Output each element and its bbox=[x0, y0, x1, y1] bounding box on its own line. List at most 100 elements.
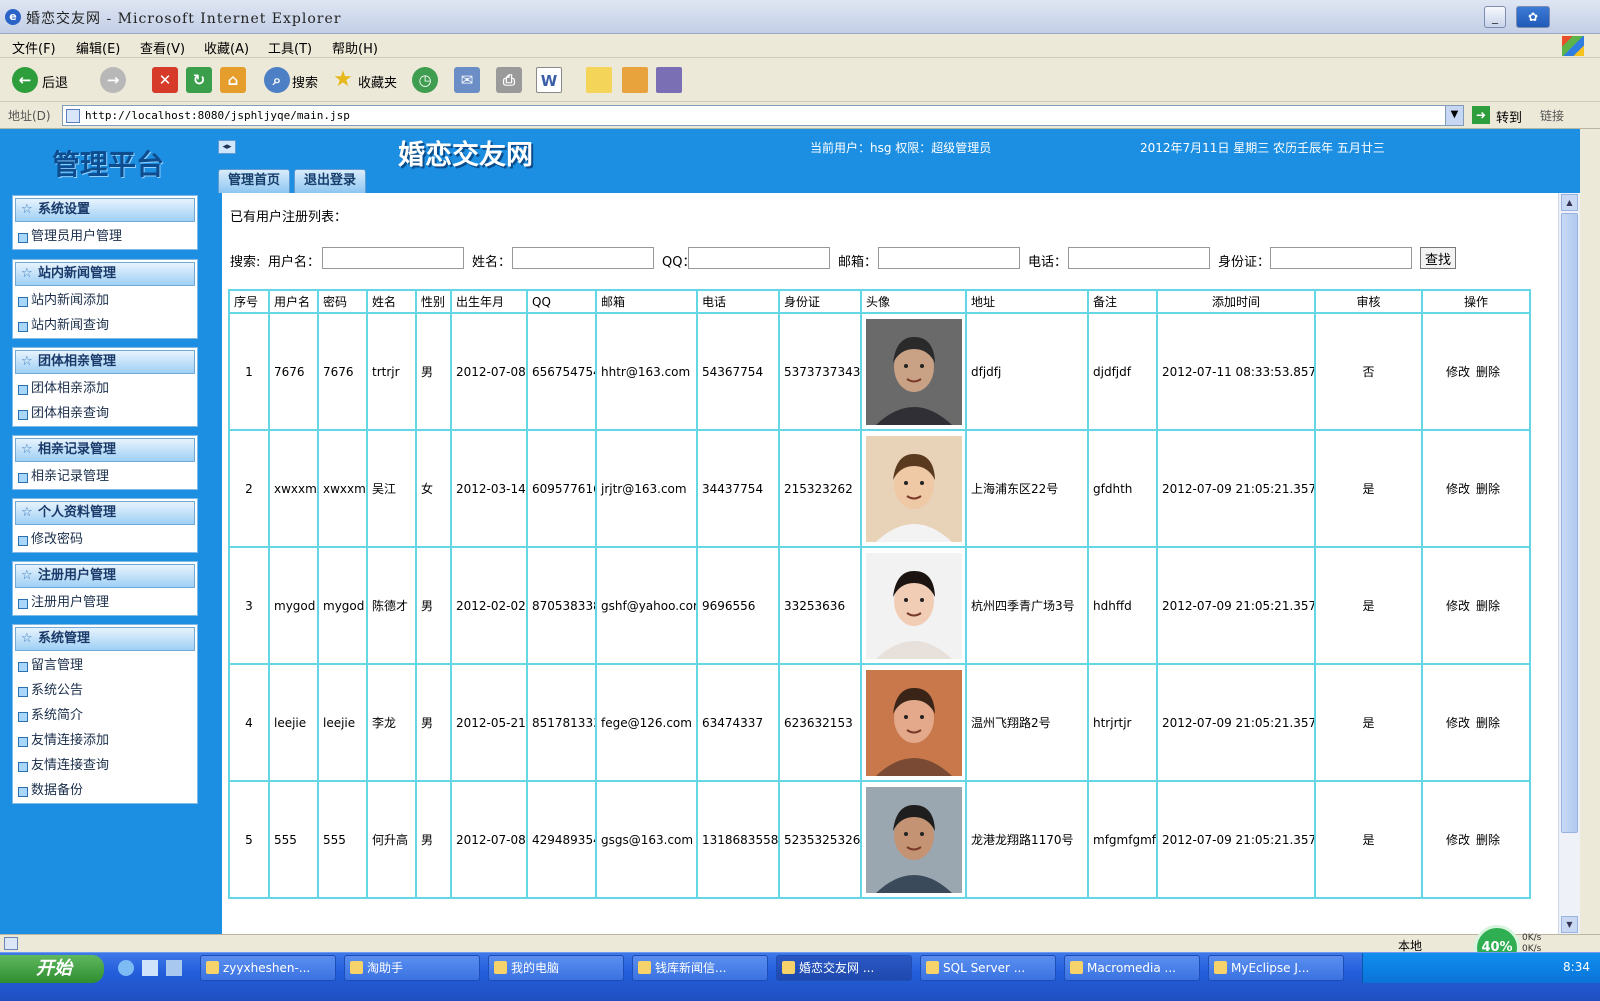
cell-name: 何升高 bbox=[366, 780, 417, 899]
delete-link[interactable]: 删除 bbox=[1476, 365, 1500, 379]
menu-tools[interactable]: 工具(T) bbox=[268, 38, 312, 57]
sidebar-group-title[interactable]: 团体相亲管理 bbox=[15, 350, 195, 374]
edit-link[interactable]: 修改 bbox=[1446, 833, 1470, 847]
go-button[interactable]: 转到 bbox=[1496, 107, 1522, 126]
back-icon[interactable]: ← bbox=[12, 67, 38, 93]
links-label[interactable]: 链接 bbox=[1540, 107, 1564, 124]
quicklaunch-media-icon[interactable] bbox=[166, 960, 182, 976]
task-item-active[interactable]: 婚恋交友网 ... bbox=[776, 955, 912, 981]
research-icon[interactable] bbox=[622, 67, 648, 93]
start-button[interactable]: 开始 bbox=[0, 955, 104, 983]
toggle-sidebar-icon[interactable]: ◂▸ bbox=[218, 140, 236, 154]
minimize-button[interactable]: _ bbox=[1484, 6, 1506, 28]
history-icon[interactable]: ◷ bbox=[412, 67, 438, 93]
scroll-down-icon[interactable]: ▼ bbox=[1561, 916, 1578, 933]
forward-icon[interactable]: → bbox=[100, 67, 126, 93]
search-button[interactable]: 查找 bbox=[1420, 247, 1457, 269]
menu-help[interactable]: 帮助(H) bbox=[332, 38, 378, 57]
task-item[interactable]: SQL Server ... bbox=[920, 955, 1056, 981]
quicklaunch-ie-icon[interactable] bbox=[118, 960, 134, 976]
sidebar-item[interactable]: 系统公告 bbox=[13, 678, 197, 703]
go-arrow-icon[interactable]: ➜ bbox=[1472, 106, 1490, 124]
sidebar-item[interactable]: 站内新闻查询 bbox=[13, 313, 197, 338]
address-url[interactable]: http://localhost:8080/jsphljyqe/main.jsp bbox=[85, 109, 350, 122]
scroll-up-icon[interactable]: ▲ bbox=[1561, 194, 1578, 211]
menu-favorites[interactable]: 收藏(A) bbox=[204, 38, 249, 57]
scrollbar-thumb[interactable] bbox=[1561, 213, 1578, 833]
home-icon[interactable]: ⌂ bbox=[220, 67, 246, 93]
username-input[interactable] bbox=[322, 247, 464, 269]
delete-link[interactable]: 删除 bbox=[1476, 833, 1500, 847]
edit-link[interactable]: 修改 bbox=[1446, 599, 1470, 613]
favorites-star-icon[interactable]: ★ bbox=[330, 67, 356, 93]
discuss-icon[interactable] bbox=[586, 67, 612, 93]
sidebar-item[interactable]: 友情连接查询 bbox=[13, 753, 197, 778]
delete-link[interactable]: 删除 bbox=[1476, 599, 1500, 613]
messenger-icon[interactable] bbox=[656, 67, 682, 93]
email-input[interactable] bbox=[878, 247, 1020, 269]
search-label[interactable]: 搜索 bbox=[292, 72, 318, 91]
sidebar-item[interactable]: 团体相亲查询 bbox=[13, 401, 197, 426]
mail-icon[interactable]: ✉ bbox=[454, 67, 480, 93]
sidebar-item[interactable]: 友情连接添加 bbox=[13, 728, 197, 753]
sidebar-item[interactable]: 注册用户管理 bbox=[13, 590, 197, 615]
idcard-input[interactable] bbox=[1270, 247, 1412, 269]
edit-icon[interactable]: W bbox=[536, 67, 562, 93]
sidebar-item[interactable]: 系统简介 bbox=[13, 703, 197, 728]
tab-admin-home[interactable]: 管理首页 bbox=[218, 169, 291, 193]
menu-view[interactable]: 查看(V) bbox=[140, 38, 185, 57]
name-input[interactable] bbox=[512, 247, 654, 269]
sidebar-group-title[interactable]: 站内新闻管理 bbox=[15, 262, 195, 286]
address-label: 地址(D) bbox=[8, 109, 51, 123]
back-label[interactable]: 后退 bbox=[42, 72, 68, 91]
quicklaunch-desktop-icon[interactable] bbox=[142, 960, 158, 976]
sidebar-item[interactable]: 数据备份 bbox=[13, 778, 197, 803]
phone-input[interactable] bbox=[1068, 247, 1210, 269]
task-item[interactable]: Macromedia ... bbox=[1064, 955, 1200, 981]
sidebar-group-title[interactable]: 注册用户管理 bbox=[15, 564, 195, 588]
sidebar-item[interactable]: 管理员用户管理 bbox=[13, 224, 197, 249]
sidebar-item[interactable]: 相亲记录管理 bbox=[13, 464, 197, 489]
refresh-icon[interactable]: ↻ bbox=[186, 67, 212, 93]
edit-link[interactable]: 修改 bbox=[1446, 716, 1470, 730]
edit-link[interactable]: 修改 bbox=[1446, 482, 1470, 496]
chevron-down-icon[interactable]: ▼ bbox=[1445, 106, 1463, 125]
admin-sidebar: 管理平台 系统设置管理员用户管理站内新闻管理站内新闻添加站内新闻查询团体相亲管理… bbox=[0, 129, 222, 934]
delete-link[interactable]: 删除 bbox=[1476, 482, 1500, 496]
tab-logout[interactable]: 退出登录 bbox=[294, 169, 367, 193]
sidebar-group-title[interactable]: 系统设置 bbox=[15, 198, 195, 222]
task-item[interactable]: 钱库新闻信... bbox=[632, 955, 768, 981]
cell-audit: 是 bbox=[1314, 663, 1423, 782]
edit-link[interactable]: 修改 bbox=[1446, 365, 1470, 379]
sidebar-group-title[interactable]: 个人资料管理 bbox=[15, 501, 195, 525]
task-item[interactable]: zyyxheshen-... bbox=[200, 955, 336, 981]
sidebar-group-title[interactable]: 系统管理 bbox=[15, 627, 195, 651]
cell-qq: 429489354 bbox=[526, 780, 597, 899]
sidebar-group: 相亲记录管理相亲记录管理 bbox=[12, 435, 198, 490]
search-icon[interactable]: ⌕ bbox=[264, 67, 290, 93]
cell-no: 5 bbox=[228, 780, 270, 899]
task-item[interactable]: 淘助手 bbox=[344, 955, 480, 981]
task-item[interactable]: 我的电脑 bbox=[488, 955, 624, 981]
sidebar-item[interactable]: 团体相亲添加 bbox=[13, 376, 197, 401]
menu-file[interactable]: 文件(F) bbox=[12, 38, 56, 57]
page-scrollbar[interactable]: ▲ ▼ bbox=[1558, 193, 1580, 934]
cell-name: 李龙 bbox=[366, 663, 417, 782]
stop-icon[interactable]: ✕ bbox=[152, 67, 178, 93]
sidebar-group-title[interactable]: 相亲记录管理 bbox=[15, 438, 195, 462]
address-input[interactable]: http://localhost:8080/jsphljyqe/main.jsp… bbox=[62, 105, 1464, 126]
favorites-label[interactable]: 收藏夹 bbox=[358, 72, 397, 91]
sidebar-item[interactable]: 站内新闻添加 bbox=[13, 288, 197, 313]
print-icon[interactable]: ⎙ bbox=[496, 67, 522, 93]
menu-edit[interactable]: 编辑(E) bbox=[76, 38, 120, 57]
cell-avatar bbox=[860, 546, 967, 665]
column-header: 操作 bbox=[1421, 289, 1531, 314]
task-item[interactable]: MyEclipse J... bbox=[1208, 955, 1344, 981]
column-header: 邮箱 bbox=[595, 289, 698, 314]
qq-input[interactable] bbox=[688, 247, 830, 269]
page-status-icon bbox=[4, 937, 18, 950]
delete-link[interactable]: 删除 bbox=[1476, 716, 1500, 730]
cell-audit: 是 bbox=[1314, 780, 1423, 899]
sidebar-item[interactable]: 留言管理 bbox=[13, 653, 197, 678]
sidebar-item[interactable]: 修改密码 bbox=[13, 527, 197, 552]
